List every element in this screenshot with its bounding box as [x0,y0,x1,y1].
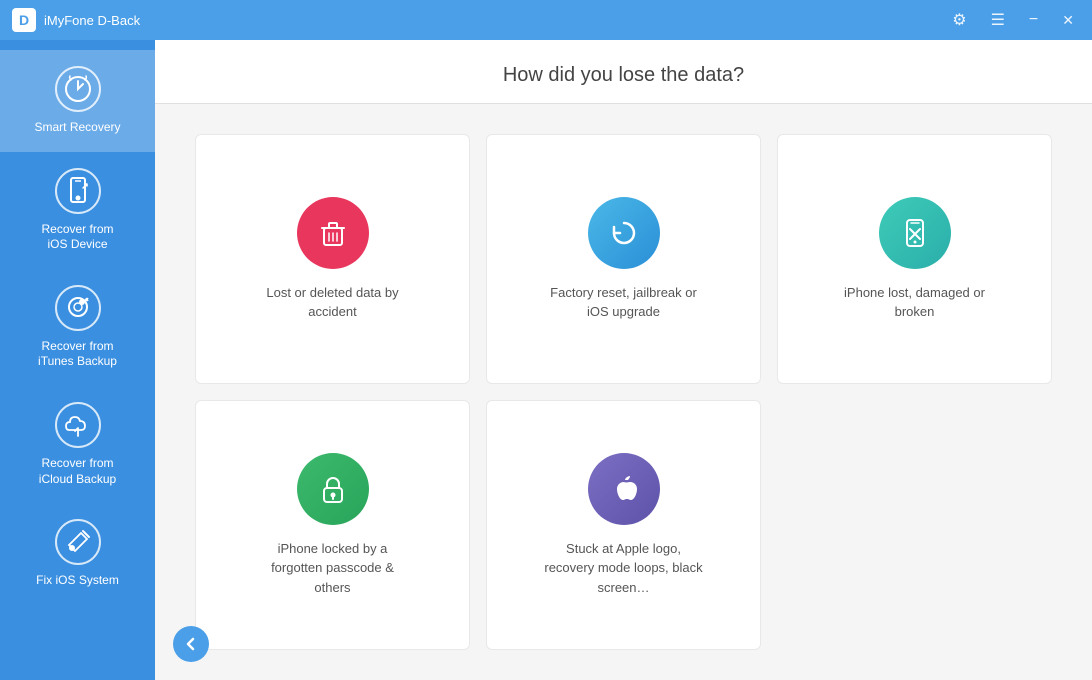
option-card-deleted-accident[interactable]: Lost or deleted data byaccident [195,134,470,384]
minimize-button[interactable]: − [1023,9,1044,31]
itunes-backup-icon [55,285,101,331]
option-card-factory-reset[interactable]: Factory reset, jailbreak oriOS upgrade [486,134,761,384]
sidebar-label-icloud-backup: Recover fromiCloud Backup [39,456,116,487]
locked-passcode-label: iPhone locked by aforgotten passcode &ot… [271,539,394,598]
ios-device-icon [55,168,101,214]
sidebar-item-icloud-backup[interactable]: Recover fromiCloud Backup [0,386,155,503]
option-card-locked-passcode[interactable]: iPhone locked by aforgotten passcode &ot… [195,400,470,650]
apple-logo-icon [588,453,660,525]
app-name: iMyFone D-Back [44,13,946,28]
sidebar: Smart Recovery Recover fromiOS Device [0,40,155,680]
sidebar-item-ios-device[interactable]: Recover fromiOS Device [0,152,155,269]
sidebar-item-fix-ios[interactable]: Fix iOS System [0,503,155,605]
back-button[interactable] [173,626,209,662]
app-logo: D [12,8,36,32]
options-grid: Lost or deleted data byaccident Factory … [155,104,1092,680]
sidebar-label-itunes-backup: Recover fromiTunes Backup [38,339,117,370]
page-title: How did you lose the data? [155,64,1092,87]
settings-button[interactable]: ⚙ [946,8,972,32]
window-controls: ⚙ ☰ − ✕ [946,8,1080,32]
sidebar-item-itunes-backup[interactable]: Recover fromiTunes Backup [0,269,155,386]
main-layout: Smart Recovery Recover fromiOS Device [0,40,1092,680]
sidebar-label-fix-ios: Fix iOS System [36,573,119,589]
deleted-accident-label: Lost or deleted data byaccident [266,283,398,322]
lost-damaged-icon [879,197,951,269]
apple-logo-label: Stuck at Apple logo,recovery mode loops,… [544,539,702,598]
option-card-apple-logo[interactable]: Stuck at Apple logo,recovery mode loops,… [486,400,761,650]
smart-recovery-icon [55,66,101,112]
icloud-backup-icon [55,402,101,448]
sidebar-label-ios-device: Recover fromiOS Device [41,222,113,253]
content-area: How did you lose the data? Lost or delet… [155,40,1092,680]
deleted-accident-icon [297,197,369,269]
menu-button[interactable]: ☰ [985,8,1011,32]
factory-reset-icon [588,197,660,269]
sidebar-label-smart-recovery: Smart Recovery [34,120,120,136]
content-header: How did you lose the data? [155,40,1092,104]
locked-passcode-icon [297,453,369,525]
close-button[interactable]: ✕ [1056,10,1080,31]
sidebar-item-smart-recovery[interactable]: Smart Recovery [0,50,155,152]
fix-ios-icon [55,519,101,565]
title-bar: D iMyFone D-Back ⚙ ☰ − ✕ [0,0,1092,40]
lost-damaged-label: iPhone lost, damaged orbroken [844,283,985,322]
option-card-lost-damaged[interactable]: iPhone lost, damaged orbroken [777,134,1052,384]
factory-reset-label: Factory reset, jailbreak oriOS upgrade [550,283,697,322]
